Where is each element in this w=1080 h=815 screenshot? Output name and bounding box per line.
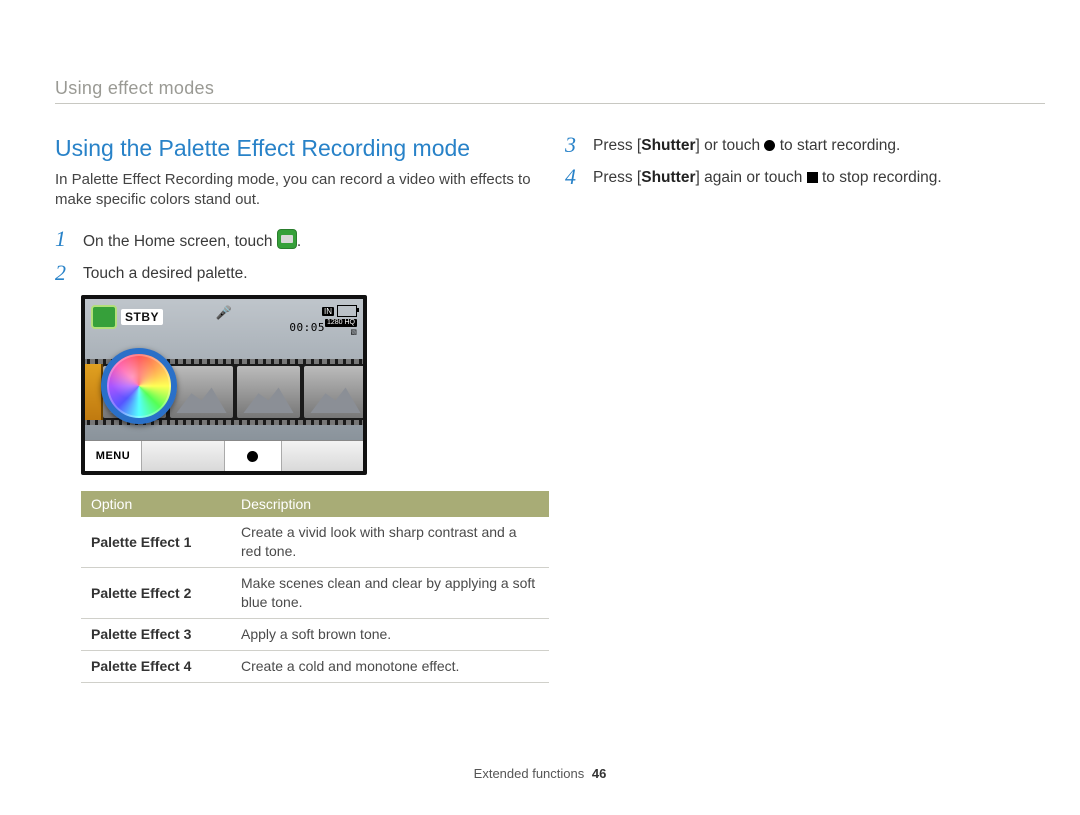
table-header-option: Option [81,491,231,517]
step-1: 1 On the Home screen, touch . [55,229,535,253]
step-text: Press [Shutter] or touch to start record… [593,135,1045,157]
screen-toolbar: MENU [85,440,363,471]
step-4: 4 Press [Shutter] again or touch to stop… [565,167,1045,189]
table-row: Palette Effect 2 Make scenes clean and c… [81,568,549,619]
option-description: Apply a soft brown tone. [231,619,549,651]
footer-section: Extended functions [474,766,585,781]
step-2: 2 Touch a desired palette. [55,263,535,285]
right-column: 3 Press [Shutter] or touch to start reco… [565,135,1045,200]
record-dot-icon [247,451,258,462]
table-header-description: Description [231,491,549,517]
option-description: Create a cold and monotone effect. [231,650,549,682]
status-indicators: IN 1280 HQ ▧ [322,305,357,336]
resolution-badge: 1280 HQ [325,319,357,327]
option-name: Palette Effect 4 [81,650,231,682]
section-heading: Using the Palette Effect Recording mode [55,135,535,162]
step-number: 3 [565,134,587,156]
step-prefix: On the Home screen, touch [83,233,277,250]
step-suffix: . [297,233,301,250]
recording-timer: 00:05 [289,321,325,334]
record-button[interactable] [224,441,282,471]
palette-selector-icon[interactable] [101,348,177,424]
option-name: Palette Effect 2 [81,568,231,619]
intro-text: In Palette Effect Recording mode, you ca… [55,170,535,211]
option-description: Make scenes clean and clear by applying … [231,568,549,619]
menu-button[interactable]: MENU [85,441,142,471]
standby-label: STBY [121,309,163,325]
left-column: Using the Palette Effect Recording mode … [55,135,535,683]
manual-page: Using effect modes Using the Palette Eff… [0,0,1080,815]
palette-thumbnail[interactable] [237,366,300,418]
camera-screen: STBY 🎤 00:05 IN 1280 HQ ▧ [81,295,367,475]
stop-square-icon [807,172,818,183]
option-name: Palette Effect 3 [81,619,231,651]
step-number: 1 [55,228,77,250]
battery-icon [337,305,357,317]
microphone-icon: 🎤 [216,305,232,321]
palette-thumbnail[interactable] [304,366,367,418]
option-name: Palette Effect 1 [81,517,231,567]
palette-options-table: Option Description Palette Effect 1 Crea… [81,491,549,682]
table-row: Palette Effect 4 Create a cold and monot… [81,650,549,682]
film-leader-icon [81,364,103,420]
option-description: Create a vivid look with sharp contrast … [231,517,549,567]
record-dot-icon [764,140,775,151]
page-number: 46 [592,766,606,781]
sd-icon: ▧ [350,329,357,336]
shutter-label: Shutter [641,137,695,154]
step-number: 4 [565,166,587,188]
divider [55,103,1045,104]
step-text: On the Home screen, touch . [83,229,535,253]
table-row: Palette Effect 3 Apply a soft brown tone… [81,619,549,651]
step-text: Press [Shutter] again or touch to stop r… [593,167,1045,189]
breadcrumb: Using effect modes [55,78,214,99]
step-text: Touch a desired palette. [83,263,535,285]
storage-badge: IN [322,307,334,316]
standby-badge: STBY [91,305,163,329]
palette-mode-icon [91,305,117,329]
step-number: 2 [55,262,77,284]
step-3: 3 Press [Shutter] or touch to start reco… [565,135,1045,157]
palette-home-icon [277,229,297,249]
shutter-label: Shutter [641,169,695,186]
palette-thumbnail[interactable] [170,366,233,418]
table-row: Palette Effect 1 Create a vivid look wit… [81,517,549,567]
page-footer: Extended functions 46 [0,766,1080,781]
